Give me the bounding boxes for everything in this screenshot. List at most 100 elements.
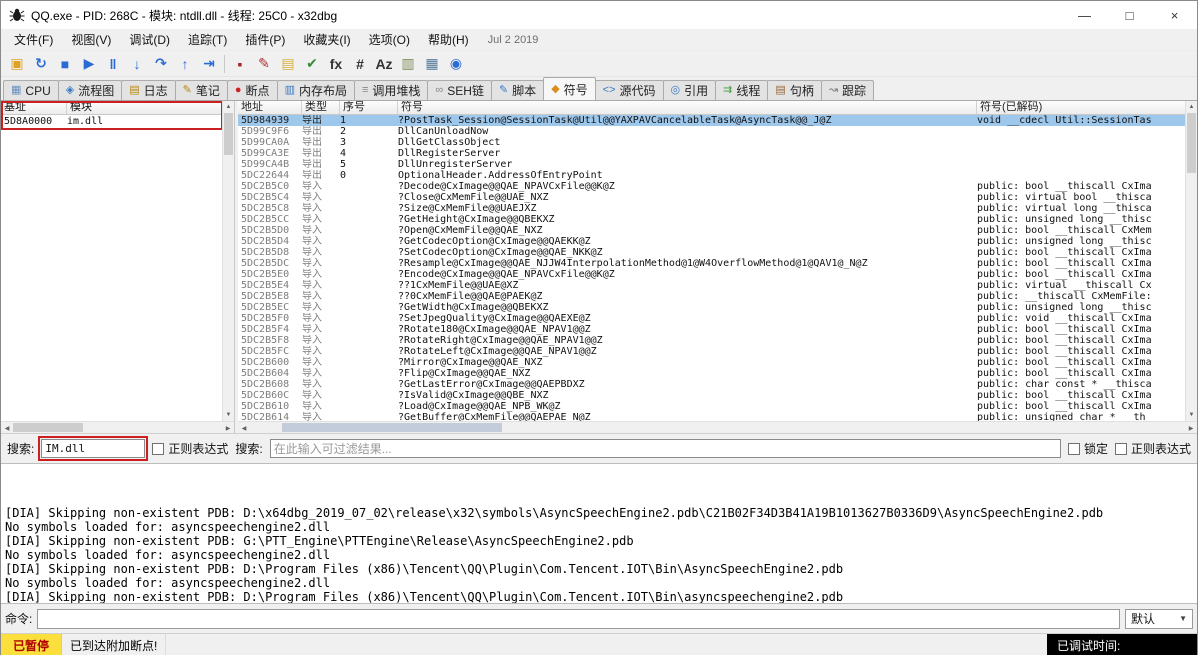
column-header-symbol-decoded[interactable]: 符号(已解码) bbox=[977, 101, 1185, 114]
menu-help[interactable]: 帮助(H) bbox=[419, 29, 478, 50]
scroll-left-icon[interactable]: ◀ bbox=[238, 422, 250, 433]
tab-cpu[interactable]: ▦ CPU bbox=[3, 80, 59, 100]
tab-graph[interactable]: ◈ 流程图 bbox=[58, 80, 122, 100]
symbol-table-horizontal-scrollbar[interactable]: ◀ ▶ bbox=[238, 421, 1197, 433]
symbol-row-24[interactable]: 5DC2B608 导入 ?GetLastError@CxImage@@QAEPB… bbox=[238, 379, 1185, 390]
symbol-row-11[interactable]: 5DC2B5D4 导入 ?GetCodecOption@CxImage@@QAE… bbox=[238, 236, 1185, 247]
menu-options[interactable]: 选项(O) bbox=[360, 29, 419, 50]
maximize-button[interactable]: □ bbox=[1107, 1, 1152, 29]
step-over-icon[interactable]: ↷ bbox=[149, 53, 173, 75]
symbol-row-6[interactable]: 5DC2B5C0 导入 ?Decode@CxImage@@QAE_NPAVCxF… bbox=[238, 181, 1185, 192]
symbol-row-27[interactable]: 5DC2B614 导入 ?GetBuffer@CxMemFile@@QAEPAE… bbox=[238, 412, 1185, 421]
module-search-input[interactable] bbox=[41, 439, 145, 458]
symbol-filter-input[interactable] bbox=[270, 439, 1061, 458]
symbol-row-21[interactable]: 5DC2B5FC 导入 ?RotateLeft@CxImage@@QAE_NPA… bbox=[238, 346, 1185, 357]
tab-notes[interactable]: ✎ 笔记 bbox=[175, 80, 228, 100]
patches-icon[interactable]: ✎ bbox=[252, 53, 276, 75]
text-size-icon[interactable]: Az bbox=[372, 53, 396, 75]
breakpoint-icon[interactable]: ▪ bbox=[228, 53, 252, 75]
symbol-row-15[interactable]: 5DC2B5E4 导入 ??1CxMemFile@@UAE@XZ public:… bbox=[238, 280, 1185, 291]
symbol-row-5[interactable]: 5DC22644 导出 0 OptionalHeader.AddressOfEn… bbox=[238, 170, 1185, 181]
minimize-button[interactable]: — bbox=[1062, 1, 1107, 29]
stack-icon[interactable]: ▥ bbox=[396, 53, 420, 75]
module-list-horizontal-scrollbar[interactable]: ◀ ▶ bbox=[1, 421, 234, 433]
tab-seh[interactable]: ∞ SEH链 bbox=[427, 80, 492, 100]
tab-log[interactable]: ▤ 日志 bbox=[121, 80, 175, 100]
restart-icon[interactable]: ↻ bbox=[29, 53, 53, 75]
memory-icon[interactable]: ▦ bbox=[420, 53, 444, 75]
symbol-row-9[interactable]: 5DC2B5CC 导入 ?GetHeight@CxImage@@QBEKXZ p… bbox=[238, 214, 1185, 225]
symbol-row-1[interactable]: 5D99C9F6 导出 2 DllCanUnloadNow bbox=[238, 126, 1185, 137]
step-out-icon[interactable]: ↑ bbox=[173, 53, 197, 75]
run-icon[interactable]: ▶ bbox=[77, 53, 101, 75]
symbol-row-18[interactable]: 5DC2B5F0 导入 ?SetJpegQuality@CxImage@@QAE… bbox=[238, 313, 1185, 324]
module-list-vertical-scrollbar[interactable]: ▲ ▼ bbox=[222, 101, 234, 421]
command-input[interactable] bbox=[37, 609, 1120, 629]
scrollbar-thumb[interactable] bbox=[282, 423, 502, 432]
scroll-down-icon[interactable]: ▼ bbox=[1186, 409, 1197, 421]
scrollbar-thumb[interactable] bbox=[13, 423, 83, 432]
pause-icon[interactable]: ‖ bbox=[101, 53, 125, 75]
tab-handles[interactable]: ▤ 句柄 bbox=[767, 80, 821, 100]
column-header-address[interactable]: 地址 bbox=[238, 101, 302, 114]
scroll-up-icon[interactable]: ▲ bbox=[1186, 101, 1197, 113]
menu-favourites[interactable]: 收藏夹(I) bbox=[294, 29, 359, 50]
symbol-row-8[interactable]: 5DC2B5C8 导入 ?Size@CxMemFile@@UAEJXZ publ… bbox=[238, 203, 1185, 214]
symbol-row-25[interactable]: 5DC2B60C 导入 ?IsValid@CxImage@@QBE_NXZ pu… bbox=[238, 390, 1185, 401]
symbol-row-3[interactable]: 5D99CA3E 导出 4 DllRegisterServer bbox=[238, 148, 1185, 159]
column-header-base[interactable]: 基址 bbox=[1, 101, 67, 114]
symbol-row-17[interactable]: 5DC2B5EC 导入 ?GetWidth@CxImage@@QBEKXZ pu… bbox=[238, 302, 1185, 313]
symbol-row-20[interactable]: 5DC2B5F8 导入 ?RotateRight@CxImage@@QAE_NP… bbox=[238, 335, 1185, 346]
symbol-row-12[interactable]: 5DC2B5D8 导入 ?SetCodecOption@CxImage@@QAE… bbox=[238, 247, 1185, 258]
column-header-module[interactable]: 模块 bbox=[67, 101, 222, 114]
symbol-row-14[interactable]: 5DC2B5E0 导入 ?Encode@CxImage@@QAE_NPAVCxF… bbox=[238, 269, 1185, 280]
column-header-ordinal[interactable]: 序号 bbox=[340, 101, 398, 114]
column-header-type[interactable]: 类型 bbox=[302, 101, 340, 114]
symbol-row-19[interactable]: 5DC2B5F4 导入 ?Rotate180@CxImage@@QAE_NPAV… bbox=[238, 324, 1185, 335]
regex-checkbox-2[interactable] bbox=[1115, 443, 1127, 455]
scroll-down-icon[interactable]: ▼ bbox=[223, 409, 234, 421]
regex-checkbox-1[interactable] bbox=[152, 443, 164, 455]
tab-script[interactable]: ✎ 脚本 bbox=[491, 80, 544, 100]
symbol-row-23[interactable]: 5DC2B604 导入 ?Flip@CxImage@@QAE_NXZ publi… bbox=[238, 368, 1185, 379]
symbol-row-2[interactable]: 5D99CA0A 导出 3 DllGetClassObject bbox=[238, 137, 1185, 148]
menu-view[interactable]: 视图(V) bbox=[62, 29, 120, 50]
tab-threads[interactable]: ⇉ 线程 bbox=[715, 80, 768, 100]
symbol-row-7[interactable]: 5DC2B5C4 导入 ?Close@CxMemFile@@UAE_NXZ pu… bbox=[238, 192, 1185, 203]
scrollbar-thumb[interactable] bbox=[1187, 113, 1196, 173]
tab-call-stack[interactable]: ≡ 调用堆栈 bbox=[354, 80, 428, 100]
tab-breakpoints[interactable]: ● 断点 bbox=[227, 80, 278, 100]
symbol-row-16[interactable]: 5DC2B5E8 导入 ??0CxMemFile@@QAE@PAEK@Z pub… bbox=[238, 291, 1185, 302]
symbol-row-13[interactable]: 5DC2B5DC 导入 ?Resample@CxImage@@QAE_NJJW4… bbox=[238, 258, 1185, 269]
tab-references[interactable]: ◎ 引用 bbox=[663, 80, 717, 100]
internet-icon[interactable]: ◉ bbox=[444, 53, 468, 75]
symbol-row-4[interactable]: 5D99CA4B 导出 5 DllUnregisterServer bbox=[238, 159, 1185, 170]
tab-memory-map[interactable]: ▥ 内存布局 bbox=[277, 80, 355, 100]
close-button[interactable]: × bbox=[1152, 1, 1197, 29]
step-into-icon[interactable]: ↓ bbox=[125, 53, 149, 75]
symbol-row-10[interactable]: 5DC2B5D0 导入 ?Open@CxMemFile@@QAE_NXZ pub… bbox=[238, 225, 1185, 236]
scroll-up-icon[interactable]: ▲ bbox=[223, 101, 234, 113]
functions-icon[interactable]: fx bbox=[324, 53, 348, 75]
tab-trace[interactable]: ↝ 跟踪 bbox=[821, 80, 874, 100]
symbol-row-22[interactable]: 5DC2B600 导入 ?Mirror@CxImage@@QAE_NXZ pub… bbox=[238, 357, 1185, 368]
check-icon[interactable]: ✔ bbox=[300, 53, 324, 75]
tab-source[interactable]: <> 源代码 bbox=[595, 80, 664, 100]
open-file-icon[interactable]: ▣ bbox=[5, 53, 29, 75]
separator-1-icon[interactable] bbox=[221, 53, 228, 75]
symbol-row-26[interactable]: 5DC2B610 导入 ?Load@CxImage@@QAE_NPB_WK@Z … bbox=[238, 401, 1185, 412]
symbol-row-0[interactable]: 5D984939 导出 1 ?PostTask_Session@SessionT… bbox=[238, 115, 1185, 126]
ordinals-icon[interactable]: # bbox=[348, 53, 372, 75]
module-row-im.dll[interactable]: 5D8A0000 im.dll bbox=[1, 115, 222, 128]
menu-file[interactable]: 文件(F) bbox=[5, 29, 62, 50]
symbol-table-vertical-scrollbar[interactable]: ▲ ▼ bbox=[1185, 101, 1197, 421]
scrollbar-thumb[interactable] bbox=[224, 113, 233, 155]
scroll-right-icon[interactable]: ▶ bbox=[1185, 422, 1197, 433]
stop-icon[interactable]: ■ bbox=[53, 53, 77, 75]
menu-debug[interactable]: 调试(D) bbox=[120, 29, 179, 50]
tab-symbols[interactable]: ◆ 符号 bbox=[543, 77, 595, 100]
column-header-symbol[interactable]: 符号 bbox=[398, 101, 977, 114]
lock-checkbox[interactable] bbox=[1068, 443, 1080, 455]
menu-plugins[interactable]: 插件(P) bbox=[236, 29, 294, 50]
run-to-user-code-icon[interactable]: ⇥ bbox=[197, 53, 221, 75]
